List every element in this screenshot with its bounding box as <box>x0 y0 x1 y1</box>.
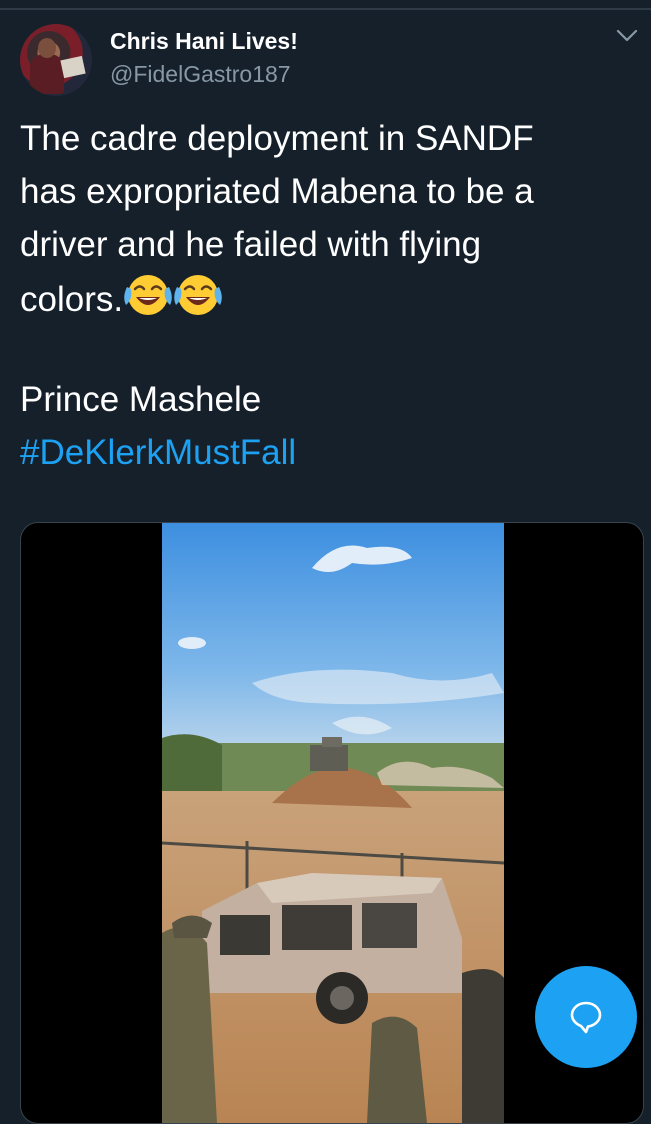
tweet-text-line: has expropriated Mabena to be a <box>20 172 534 211</box>
top-divider <box>0 0 651 10</box>
laughing-emoji-icon <box>173 271 223 332</box>
tweet-text-line: The cadre deployment in SANDF <box>20 119 534 158</box>
author-display-name[interactable]: Chris Hani Lives! <box>110 28 298 55</box>
avatar-paper <box>60 55 86 79</box>
video-thumbnail[interactable] <box>162 523 504 1123</box>
tweet-text: The cadre deployment in SANDF has exprop… <box>20 112 630 332</box>
laughing-emoji-icon <box>123 271 173 332</box>
compose-button[interactable] <box>535 966 637 1068</box>
author-handle[interactable]: @FidelGastro187 <box>110 61 291 88</box>
compose-bubble-icon <box>570 1001 602 1034</box>
tweet-text-line: colors. <box>20 280 124 319</box>
tweet-text-line-last: colors. <box>20 271 630 332</box>
chevron-down-icon[interactable] <box>616 28 638 44</box>
hashtag-link[interactable]: #DeKlerkMustFall <box>20 426 296 479</box>
avatar-figure <box>30 54 64 94</box>
tweet-signature: Prince Mashele <box>20 380 262 419</box>
author-avatar[interactable] <box>20 24 92 96</box>
avatar-head <box>38 38 56 58</box>
tweet-text-line: driver and he failed with flying <box>20 225 482 264</box>
